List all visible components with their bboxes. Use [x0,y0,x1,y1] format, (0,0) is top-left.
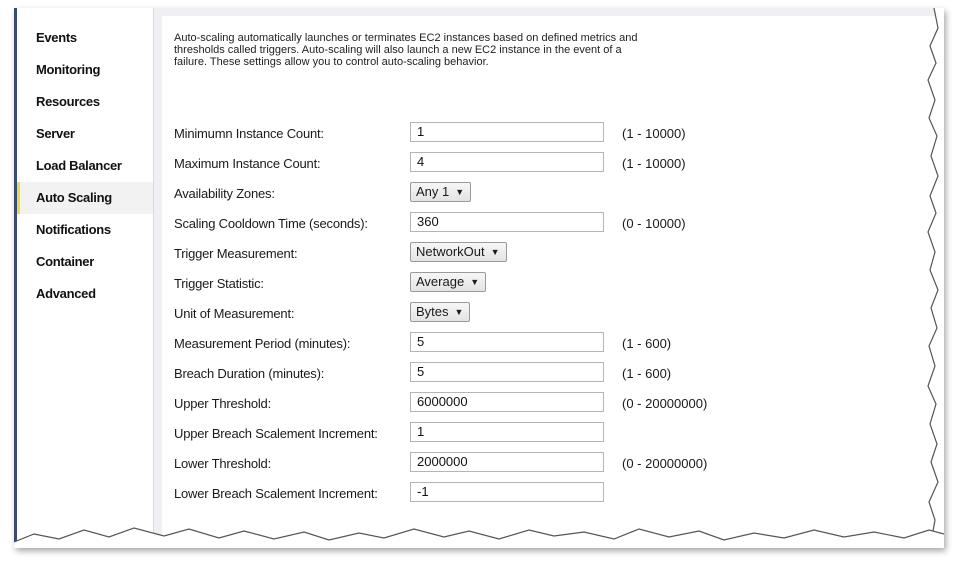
sidebar: Events Monitoring Resources Server Load … [17,8,154,548]
trigger-measurement-select[interactable]: NetworkOut ▼ [410,242,507,262]
field-range: (1 - 10000) [622,126,686,141]
measurement-period-input[interactable]: 5 [410,332,604,352]
field-label: Maximum Instance Count: [174,156,321,171]
select-value: Average [416,274,465,289]
torn-edge-right [927,8,944,548]
lower-breach-increment-input[interactable]: -1 [410,482,604,502]
sidebar-item-advanced[interactable]: Advanced [17,278,153,310]
auto-scaling-panel: Auto-scaling automatically launches or t… [162,16,944,548]
field-label: Breach Duration (minutes): [174,366,325,381]
sidebar-splitter [154,8,162,548]
trigger-statistic-select[interactable]: Average ▼ [410,272,487,292]
field-label: Measurement Period (minutes): [174,336,351,351]
sidebar-item-events[interactable]: Events [17,22,153,54]
sidebar-item-load-balancer[interactable]: Load Balancer [17,150,153,182]
field-label: Scaling Cooldown Time (seconds): [174,216,368,231]
sidebar-item-server[interactable]: Server [17,118,153,150]
upper-breach-increment-input[interactable]: 1 [410,422,604,442]
field-label: Lower Breach Scalement Increment: [174,486,378,501]
field-range: (1 - 600) [622,366,672,381]
unit-of-measurement-select[interactable]: Bytes ▼ [410,302,471,322]
sidebar-item-monitoring[interactable]: Monitoring [17,54,153,86]
field-label: Unit of Measurement: [174,306,295,321]
top-strip [162,8,944,16]
chevron-down-icon: ▼ [470,277,480,287]
sidebar-item-notifications[interactable]: Notifications [17,214,153,246]
max-instance-count-input[interactable]: 4 [410,152,604,172]
sidebar-item-resources[interactable]: Resources [17,86,153,118]
availability-zones-select[interactable]: Any 1 ▼ [410,182,472,202]
breach-duration-input[interactable]: 5 [410,362,604,382]
field-label: Lower Threshold: [174,456,272,471]
select-value: Any 1 [416,184,450,199]
select-value: Bytes [416,304,449,319]
field-label: Availability Zones: [174,186,275,201]
select-value: NetworkOut [416,244,485,259]
config-window: Events Monitoring Resources Server Load … [14,8,944,548]
sidebar-item-container[interactable]: Container [17,246,153,278]
chevron-down-icon: ▼ [454,307,464,317]
field-range: (1 - 10000) [622,156,686,171]
field-label: Trigger Measurement: [174,246,298,261]
min-instance-count-input[interactable]: 1 [410,122,604,142]
field-range: (0 - 20000000) [622,456,708,471]
chevron-down-icon: ▼ [455,187,465,197]
field-label: Upper Breach Scalement Increment: [174,426,378,441]
field-range: (0 - 20000000) [622,396,708,411]
auto-scaling-description: Auto-scaling automatically launches or t… [174,32,638,68]
field-label: Trigger Statistic: [174,276,264,291]
lower-threshold-input[interactable]: 2000000 [410,452,604,472]
field-range: (1 - 600) [622,336,672,351]
sidebar-item-auto-scaling[interactable]: Auto Scaling [17,182,153,214]
upper-threshold-input[interactable]: 6000000 [410,392,604,412]
chevron-down-icon: ▼ [490,247,500,257]
cooldown-time-input[interactable]: 360 [410,212,604,232]
field-range: (0 - 10000) [622,216,686,231]
field-label: Upper Threshold: [174,396,272,411]
torn-edge-bottom [14,527,944,548]
field-label: Minimumn Instance Count: [174,126,324,141]
